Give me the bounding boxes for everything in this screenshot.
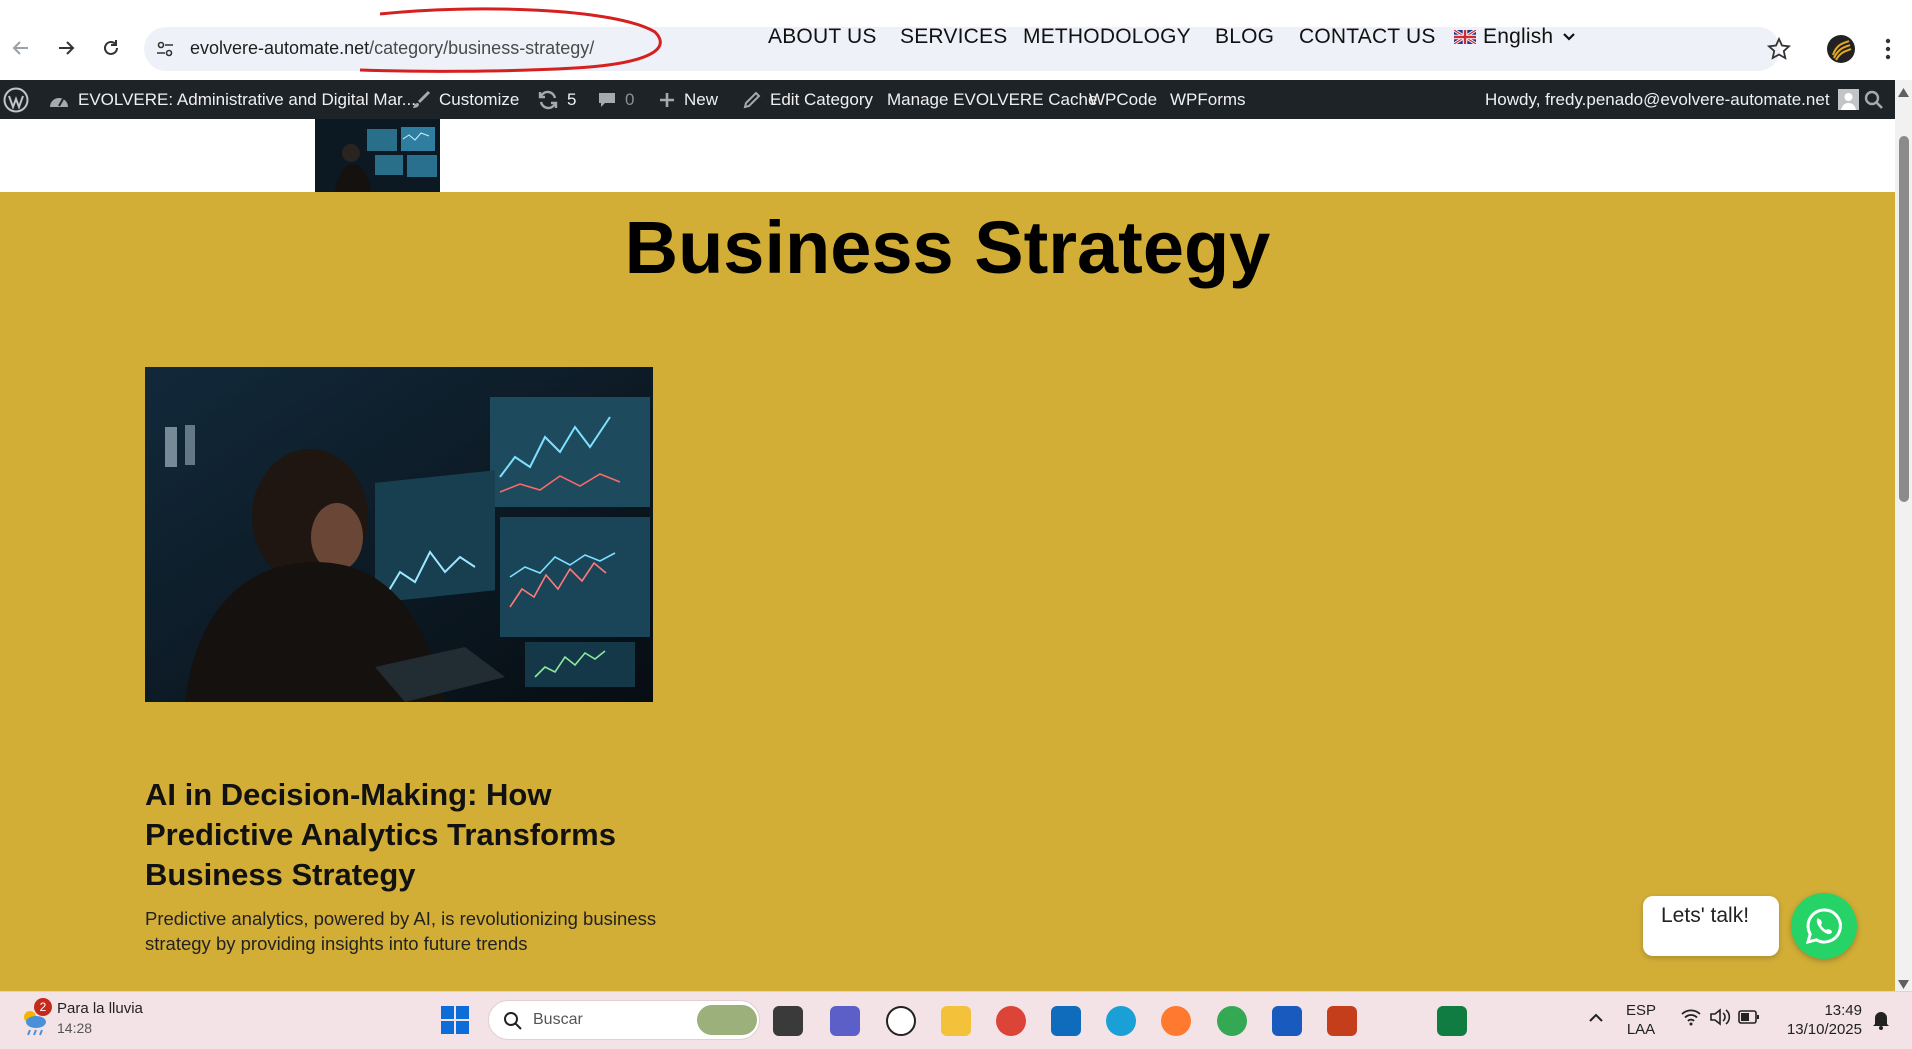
admin-wpforms[interactable]: WPForms <box>1170 80 1246 119</box>
excel-icon[interactable] <box>1437 1006 1467 1036</box>
admin-comments[interactable]: 0 <box>597 80 634 119</box>
nav-services[interactable]: SERVICES <box>900 0 1007 73</box>
plus-icon <box>660 92 674 107</box>
red-annotation-circle <box>359 7 662 73</box>
more-menu-icon[interactable] <box>1878 36 1898 67</box>
comment-icon <box>599 92 615 107</box>
search-icon <box>504 1012 522 1030</box>
site-header <box>0 119 1895 192</box>
language-switcher[interactable]: English <box>1454 0 1576 73</box>
uk-flag-icon <box>1454 29 1476 44</box>
task-view-icon[interactable] <box>773 1006 803 1036</box>
whatsapp-icon <box>1805 908 1842 945</box>
back-button[interactable] <box>3 30 39 66</box>
chevron-down-icon <box>1563 32 1576 41</box>
nav-blog[interactable]: BLOG <box>1215 0 1274 73</box>
admin-cache-label: Manage EVOLVERE Cache <box>887 89 1098 109</box>
admin-wpcode[interactable]: WPCode <box>1089 80 1157 119</box>
search-highlight-image <box>697 1005 757 1035</box>
nav-methodology[interactable]: METHODOLOGY <box>1023 0 1191 73</box>
wp-admin-bar: EVOLVERE: Administrative and Digital Mar… <box>0 80 1895 119</box>
admin-site-name-label: EVOLVERE: Administrative and Digital Mar… <box>78 89 416 109</box>
whatsapp-button[interactable] <box>1791 893 1857 959</box>
post-excerpt: Predictive analytics, powered by AI, is … <box>145 908 657 954</box>
post-featured-image[interactable] <box>145 367 653 702</box>
admin-edit-category-label: Edit Category <box>770 89 873 109</box>
chrome-profile-icon[interactable] <box>1217 1006 1247 1036</box>
dell-icon[interactable] <box>886 1006 916 1036</box>
chrome-icon[interactable] <box>996 1006 1026 1036</box>
arrow-left-icon <box>12 41 28 55</box>
word-icon[interactable] <box>1272 1006 1302 1036</box>
outlook-icon[interactable] <box>1051 1006 1081 1036</box>
taskbar-search-placeholder: Buscar <box>533 1011 583 1028</box>
reload-icon <box>104 40 118 55</box>
admin-customize[interactable]: Customize <box>411 80 519 119</box>
site-info-icon[interactable] <box>155 39 175 64</box>
clock-date: 13/10/2025 <box>1786 1021 1862 1038</box>
dashboard-icon <box>50 97 68 107</box>
clock[interactable]: 13:49 13/10/2025 <box>1782 1001 1862 1039</box>
post-title[interactable]: AI in Decision-Making: How Predictive An… <box>145 775 665 895</box>
edge-icon[interactable] <box>1106 1006 1136 1036</box>
input-language[interactable]: ESP LAA <box>1626 1001 1656 1039</box>
url-host: evolvere-automate.net <box>190 38 370 58</box>
bookmark-star-icon[interactable] <box>1766 36 1792 66</box>
admin-search-icon[interactable] <box>1864 80 1892 119</box>
firefox-icon[interactable] <box>1161 1006 1191 1036</box>
scroll-up-arrow-icon[interactable] <box>1898 84 1909 102</box>
arrow-right-icon <box>59 41 75 55</box>
admin-howdy-label: Howdy, fredy.penado@evolvere-automate.ne… <box>1485 89 1830 109</box>
input-language-top: ESP <box>1626 1002 1657 1019</box>
profile-avatar[interactable] <box>1827 35 1855 63</box>
battery-icon[interactable] <box>1738 1010 1760 1029</box>
admin-new-label: New <box>684 89 719 109</box>
site-logo[interactable] <box>315 119 440 192</box>
nav-contact-us[interactable]: CONTACT US <box>1299 0 1436 73</box>
volume-icon[interactable] <box>1709 1008 1731 1031</box>
powerpoint-icon[interactable] <box>1327 1006 1357 1036</box>
updates-icon <box>538 90 558 109</box>
admin-avatar <box>1837 89 1859 110</box>
reload-button[interactable] <box>93 30 129 66</box>
weather-time: 14:28 <box>57 1020 93 1036</box>
page-title: Business Strategy <box>624 206 1271 289</box>
brush-icon <box>413 90 431 108</box>
scrollbar-thumb[interactable] <box>1899 136 1909 502</box>
admin-wpforms-label: WPForms <box>1170 89 1246 109</box>
language-label: English <box>1483 24 1554 48</box>
teams-icon[interactable] <box>830 1006 860 1036</box>
admin-edit-category[interactable]: Edit Category <box>742 80 873 119</box>
admin-updates-count: 5 <box>567 89 577 109</box>
chat-prompt-bubble[interactable]: Lets' talk! <box>1643 896 1779 956</box>
weather-title: Para la lluvia <box>57 1000 143 1017</box>
wifi-icon[interactable] <box>1680 1008 1702 1031</box>
input-language-bottom: LAA <box>1626 1021 1656 1038</box>
pencil-icon <box>743 91 761 108</box>
notification-bell-icon[interactable] <box>1872 1010 1890 1035</box>
wordpress-logo-icon[interactable] <box>3 80 37 119</box>
clock-time: 13:49 <box>1824 1002 1862 1019</box>
admin-comments-count: 0 <box>625 89 635 109</box>
admin-customize-label: Customize <box>439 89 520 109</box>
forward-button[interactable] <box>48 30 84 66</box>
weather-badge: 2 <box>34 998 52 1016</box>
chat-prompt-label: Lets' talk! <box>1661 904 1750 927</box>
admin-cache[interactable]: Manage EVOLVERE Cache <box>887 80 1097 119</box>
nav-about-us[interactable]: ABOUT US <box>768 0 877 73</box>
admin-wpcode-label: WPCode <box>1089 89 1158 109</box>
admin-howdy[interactable]: Howdy, fredy.penado@evolvere-automate.ne… <box>1485 80 1859 119</box>
admin-updates[interactable]: 5 <box>537 80 576 119</box>
tray-chevron-up-icon[interactable] <box>1588 1010 1604 1028</box>
taskbar-search[interactable]: Buscar <box>488 1000 760 1040</box>
admin-site-name[interactable]: EVOLVERE: Administrative and Digital Mar… <box>48 80 416 119</box>
windows-start-icon[interactable] <box>440 1005 470 1040</box>
admin-new[interactable]: New <box>658 80 718 119</box>
file-explorer-icon[interactable] <box>941 1006 971 1036</box>
